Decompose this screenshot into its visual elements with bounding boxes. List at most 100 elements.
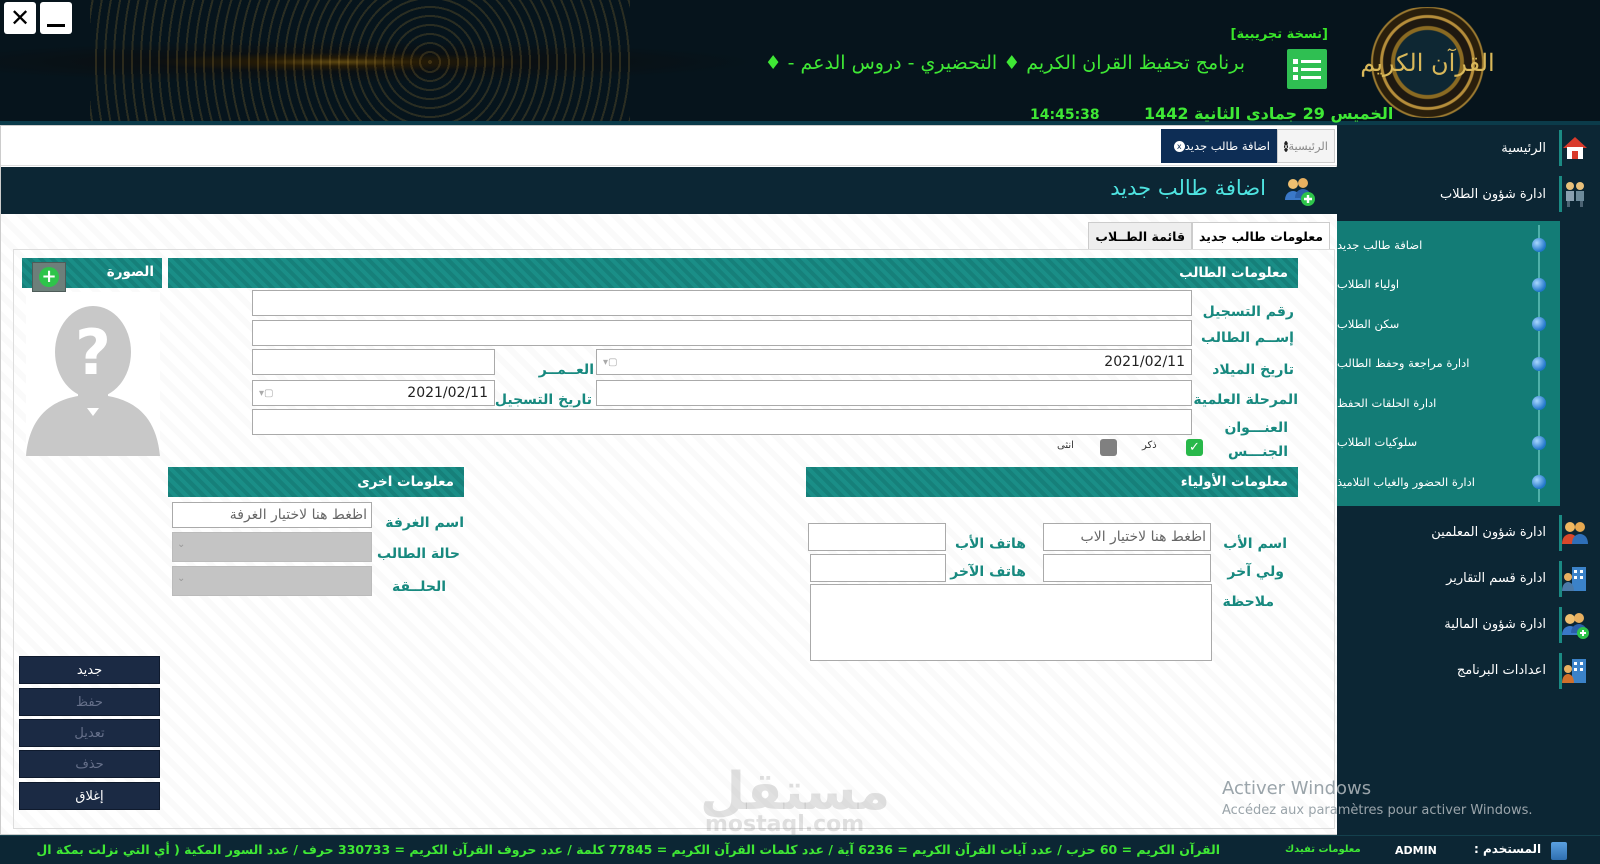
page-title: اضافة طالب جديد (1110, 176, 1266, 200)
app-title: برنامج تحفيظ القران الكريم ♦ التحضيري - … (764, 52, 1245, 74)
gender-male-label: ذكر (1142, 440, 1157, 451)
bullet-icon (1532, 356, 1546, 371)
reg-number-input[interactable] (252, 290, 1192, 316)
note-textarea[interactable] (810, 584, 1212, 661)
content-area: معلومات طالب جديد قائمة الطــلاب الصورة … (1, 214, 1338, 834)
app-header: ✕ [نسخة تجريبية] برنامج تحفيظ القران الك… (0, 0, 1600, 125)
new-button[interactable]: جديد (19, 656, 160, 684)
sidebar-item-finance[interactable]: ادارة شؤون المالية (1337, 602, 1600, 648)
minimize-window-button[interactable] (40, 2, 72, 34)
tab-close-icon[interactable]: x (1283, 140, 1289, 152)
current-user-name: ADMIN (1395, 844, 1437, 857)
address-input[interactable] (252, 409, 1192, 435)
sidebar-item-label: ادارة شؤون الطلاب (1439, 186, 1546, 202)
submenu-behaviors[interactable]: سلوكيات الطلاب (1337, 422, 1560, 463)
circle-select[interactable]: ⌄ (172, 566, 372, 596)
add-user-icon (1282, 174, 1316, 208)
subtab-student-info[interactable]: معلومات طالب جديد (1192, 222, 1330, 250)
delete-button[interactable]: حذف (19, 750, 160, 778)
home-icon (1560, 133, 1590, 163)
chevron-down-icon: ⌄ (177, 573, 186, 584)
student-name-input[interactable] (252, 320, 1192, 346)
room-select[interactable] (172, 502, 372, 528)
students-submenu: اضافة طالب جديد اولياء الطلاب سكن الطلاب… (1337, 221, 1560, 506)
add-photo-button[interactable]: + (32, 262, 66, 292)
other-guardian-label: ولي آخر (1227, 564, 1284, 580)
sidebar-item-settings[interactable]: اعدادات البرنامج (1337, 648, 1600, 694)
birth-date-label: تاريخ الميلاد (1212, 362, 1294, 378)
form-subtabs: معلومات طالب جديد قائمة الطــلاب (1088, 222, 1330, 250)
bullet-icon (1532, 277, 1546, 292)
other-info-section-bar: معلومات اخرى (168, 467, 464, 497)
avatar-placeholder: ? (26, 292, 160, 456)
gender-male-checkbox[interactable]: ✓ (1186, 439, 1203, 456)
submenu-circles[interactable]: ادارة الحلقات الحفظ (1337, 383, 1560, 423)
plus-icon: + (39, 267, 59, 287)
note-label: ملاحظة (1222, 594, 1274, 610)
circle-label: الحلــقة (392, 579, 446, 595)
sidebar-item-reports[interactable]: ادارة قسم التقارير (1337, 556, 1600, 602)
reg-date-picker[interactable]: ▾▢ 2021/02/11 (252, 380, 495, 406)
close-window-button[interactable]: ✕ (4, 2, 36, 34)
other-guardian-input[interactable] (1043, 554, 1211, 582)
student-info-title: معلومات الطالب (1179, 265, 1288, 281)
sidebar-item-students[interactable]: ادارة شؤون الطلاب (1337, 171, 1600, 217)
father-phone-label: هاتف الأب (954, 536, 1026, 552)
edit-button[interactable]: تعديل (19, 719, 160, 747)
bullet-icon (1532, 475, 1546, 489)
dropdown-calendar-icon[interactable]: ▾▢ (603, 357, 617, 368)
reg-date-label: تاريخ التسجيل (494, 392, 592, 408)
sidebar-item-label: ادارة قسم التقارير (1446, 571, 1546, 586)
gender-female-checkbox[interactable] (1100, 439, 1117, 456)
other-phone-input[interactable] (810, 554, 946, 582)
close-button[interactable]: إغلاق (19, 782, 160, 810)
minimize-icon (47, 23, 65, 27)
tab-new-student[interactable]: اضافة طالب جديد x (1161, 129, 1277, 163)
chevron-down-icon: ⌄ (177, 539, 186, 550)
father-name-select[interactable] (1043, 523, 1211, 551)
gender-label: الجنـــس (1227, 444, 1288, 460)
tab-close-icon[interactable]: x (1173, 140, 1185, 152)
info-ticker-title: معلومات تفيدك (1285, 844, 1361, 855)
submenu-review-memorize[interactable]: ادارة مراجعة وحفظ الطالب (1337, 343, 1560, 384)
father-name-label: اسم الأب (1223, 536, 1287, 552)
teachers-icon (1560, 518, 1590, 548)
sidebar-item-label: اعدادات البرنامج (1456, 663, 1546, 678)
gender-female-label: انثى (1057, 440, 1074, 451)
subtab-student-list[interactable]: قائمة الطــلاب (1088, 222, 1193, 250)
current-user-label: المستخدم : (1474, 842, 1542, 856)
sidebar-item-teachers[interactable]: ادارة شؤون المعلمين (1337, 510, 1600, 556)
level-input[interactable] (596, 380, 1192, 406)
reg-date-value: 2021/02/11 (407, 385, 488, 401)
student-status-select[interactable]: ⌄ (172, 532, 372, 562)
address-label: العنـــوان (1224, 420, 1288, 436)
settings-icon (1560, 656, 1590, 686)
sidebar-item-label: ادارة شؤون المعلمين (1431, 525, 1546, 540)
guardian-info-title: معلومات الأولياء (1180, 474, 1288, 490)
trial-version-badge: [نسخة تجريبية] (1230, 27, 1328, 42)
submenu-add-student[interactable]: اضافة طالب جديد (1337, 225, 1560, 265)
birth-date-picker[interactable]: ▾▢ 2021/02/11 (596, 349, 1192, 375)
tab-strip: الرئيسية x اضافة طالب جديد x (1, 126, 1338, 166)
student-form: الصورة + ? معلومات الطالب رقم التسجيل إس… (13, 249, 1335, 829)
tab-home[interactable]: الرئيسية x (1277, 129, 1335, 163)
save-button[interactable]: حفظ (19, 688, 160, 716)
dropdown-calendar-icon[interactable]: ▾▢ (259, 388, 273, 399)
submenu-attendance[interactable]: ادارة الحضور والغياب التلاميذ (1337, 462, 1560, 502)
bullet-icon (1532, 238, 1546, 252)
sidebar-item-home[interactable]: الرئيسية (1337, 125, 1600, 171)
submenu-housing[interactable]: سكن الطلاب (1337, 304, 1560, 344)
sidebar-item-label: الرئيسية (1501, 140, 1546, 156)
father-phone-input[interactable] (808, 523, 946, 551)
student-info-section-bar: معلومات الطالب (168, 258, 1298, 288)
menu-list-icon[interactable] (1287, 49, 1327, 89)
tab-new-student-label: اضافة طالب جديد (1184, 139, 1270, 153)
finance-icon (1560, 610, 1590, 640)
submenu-guardians[interactable]: اولياء الطلاب (1337, 264, 1560, 305)
bullet-icon (1532, 435, 1546, 450)
sidebar-item-label: ادارة شؤون المالية (1444, 617, 1546, 632)
age-input[interactable] (252, 349, 495, 375)
clock-time: 14:45:38 (1030, 107, 1100, 123)
other-info-title: معلومات اخرى (357, 474, 454, 490)
photo-label: الصورة (106, 264, 154, 280)
